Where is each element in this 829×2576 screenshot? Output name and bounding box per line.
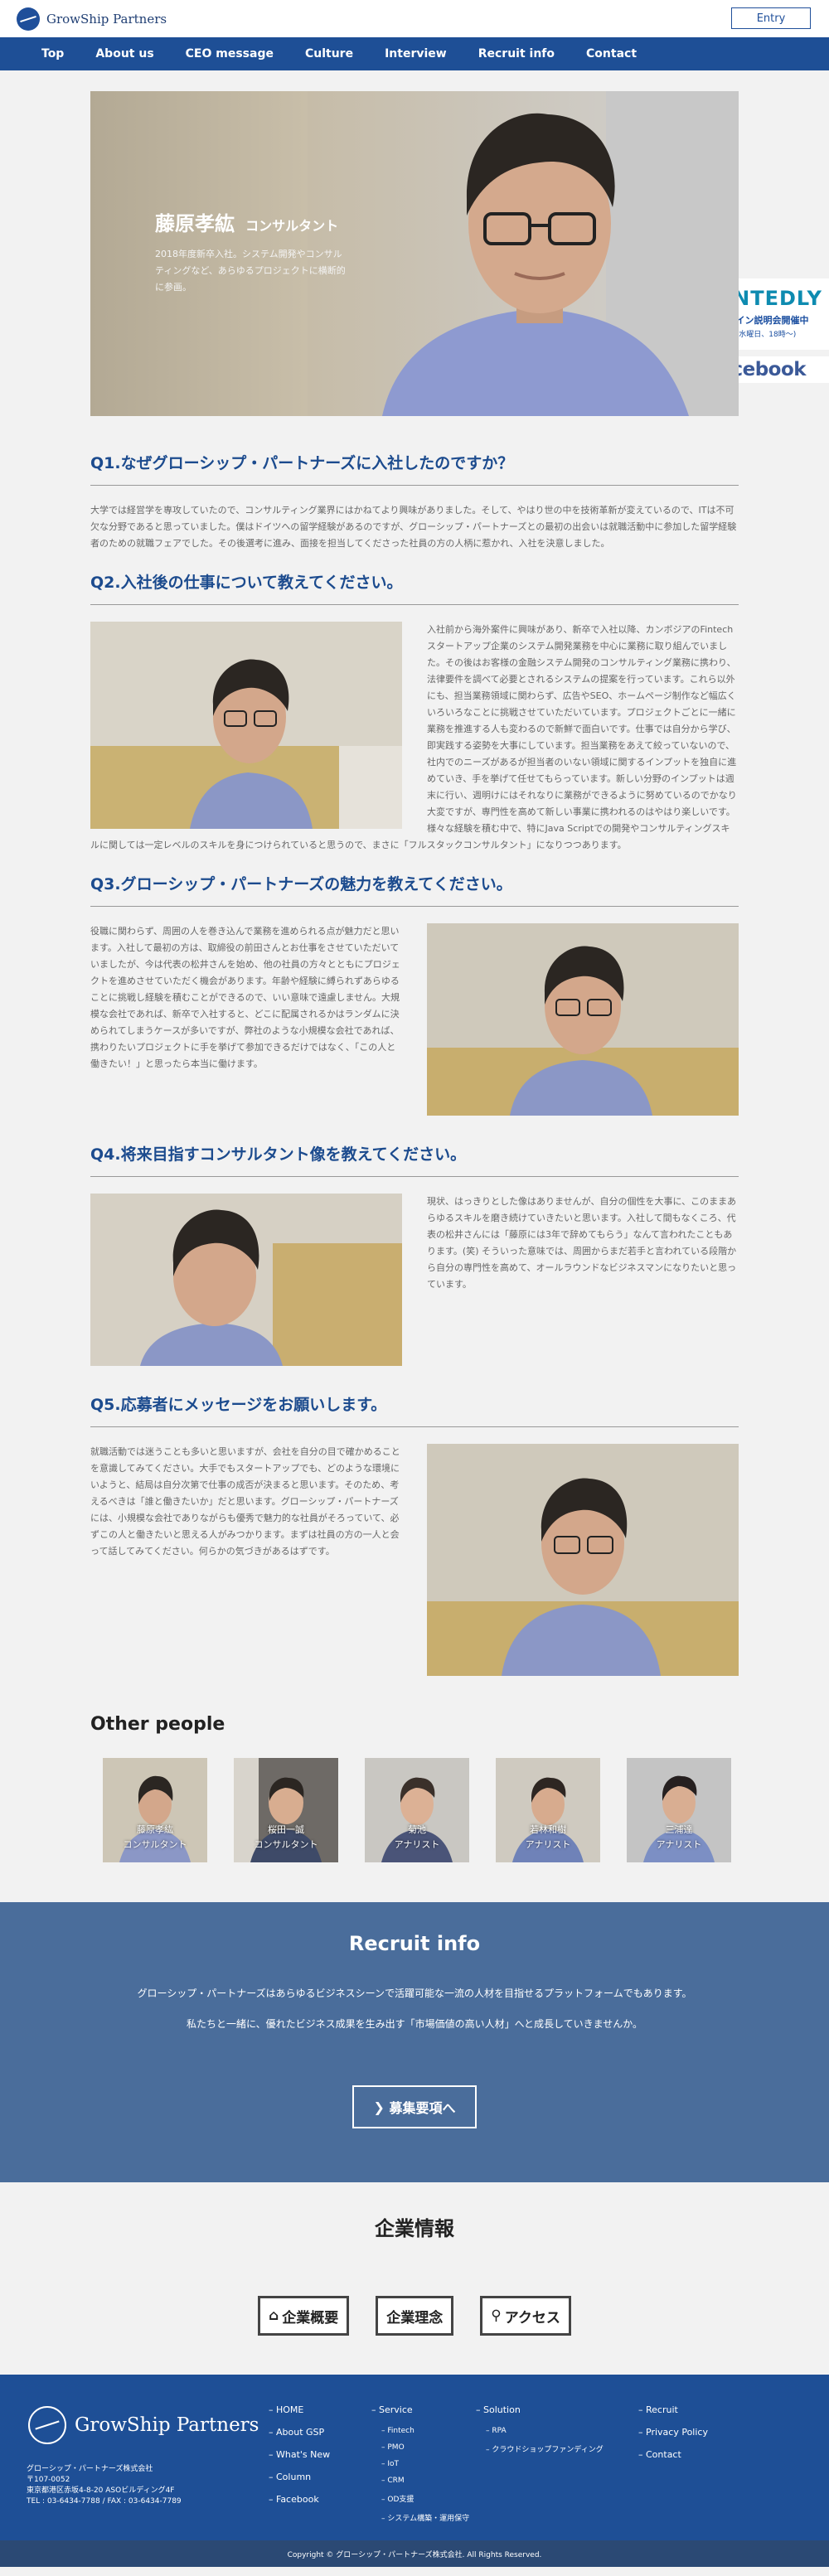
person-card[interactable]: 藤原孝紘 コンサルタント: [103, 1758, 207, 1862]
person-name: 菊池 アナリスト: [394, 1824, 440, 1850]
company-overview-button[interactable]: ⌂ 企業概要: [258, 2296, 350, 2336]
qa-section-4: Q4.将来目指すコンサルタント像を教えてください。 現状、はっきりとした像はあり…: [90, 1124, 739, 1374]
qa-title: Q4.将来目指すコンサルタント像を教えてください。: [90, 1142, 739, 1177]
qa-section-2: Q2.入社後の仕事について教えてください。 入社前から海外案件に興味があり、新卒…: [90, 552, 739, 854]
qa-title: Q5.応募者にメッセージをお願いします。: [90, 1392, 739, 1427]
company-philosophy-button[interactable]: 企業理念: [376, 2296, 454, 2336]
recruit-text: グローシップ・パートナーズはあらゆるビジネスシーンで活躍可能な一流の人材を目指せ…: [137, 1988, 692, 1999]
site-footer: GrowShip Partners グローシップ・パートナーズ株式会社 〒107…: [0, 2375, 829, 2540]
recruit-button[interactable]: ❯ 募集要項へ: [352, 2085, 477, 2128]
hero-role: コンサルタント: [245, 218, 339, 234]
footer-link-privacy[interactable]: Privacy Policy: [638, 2427, 708, 2438]
interview-photo: [427, 923, 739, 1116]
other-people-list: 藤原孝紘 コンサルタント 桜田一誠 コンサルタント 菊池 アナリスト 若林和樹 …: [90, 1758, 739, 1902]
main-content: 藤原孝紘 コンサルタント 2018年度新卒入社。システム開発やコンサルティングな…: [90, 70, 739, 1902]
hero-description: 2018年度新卒入社。システム開発やコンサルティングなど、あらゆるプロジェクトに…: [155, 249, 346, 293]
qa-title: Q3.グローシップ・パートナーズの魅力を教えてください。: [90, 872, 739, 907]
footer-link-crowd[interactable]: クラウドショップファンディング: [486, 2443, 603, 2454]
main-nav: Top About us CEO message Culture Intervi…: [0, 37, 829, 70]
footer-link-about[interactable]: About GSP: [269, 2427, 330, 2438]
company-section: 企業情報 ⌂ 企業概要 企業理念 ⚲ アクセス: [0, 2182, 829, 2375]
footer-links-solution: Solution RPA クラウドショップファンディング: [476, 2404, 604, 2462]
footer-link-service[interactable]: Service: [371, 2404, 469, 2415]
footer-link-column[interactable]: Column: [269, 2472, 330, 2482]
footer-link-pmo[interactable]: PMO: [381, 2443, 469, 2452]
footer-link-contact[interactable]: Contact: [638, 2449, 708, 2460]
qa-section-1: Q1.なぜグローシップ・パートナーズに入社したのですか？ 大学では経営学を専攻し…: [90, 433, 739, 552]
footer-link-home[interactable]: HOME: [269, 2404, 330, 2415]
hero-portrait-image: [308, 91, 739, 416]
nav-contact[interactable]: Contact: [586, 47, 637, 61]
site-logo[interactable]: GrowShip Partners: [17, 7, 167, 31]
entry-button[interactable]: Entry: [731, 7, 811, 29]
recruit-text: 私たちと一緒に、優れたビジネス成果を生み出す「市場価値の高い人材」へと成長してい…: [186, 2018, 643, 2030]
footer-links-main: HOME About GSP What's New Column Faceboo…: [269, 2404, 330, 2516]
qa-section-3: Q3.グローシップ・パートナーズの魅力を教えてください。 役職に関わらず、周囲の…: [90, 854, 739, 1124]
footer-link-fintech[interactable]: Fintech: [381, 2427, 469, 2435]
footer-link-system[interactable]: システム構築・運用保守: [381, 2512, 469, 2523]
person-name: 三浦達 アナリスト: [656, 1824, 702, 1850]
hero-text: 藤原孝紘 コンサルタント 2018年度新卒入社。システム開発やコンサルティングな…: [155, 207, 346, 296]
person-card[interactable]: 三浦達 アナリスト: [627, 1758, 731, 1862]
person-name: 若林和樹 アナリスト: [525, 1824, 571, 1850]
interview-photo: [90, 1194, 402, 1366]
footer-logo[interactable]: GrowShip Partners: [28, 2406, 259, 2444]
person-card[interactable]: 若林和樹 アナリスト: [496, 1758, 600, 1862]
footer-link-od[interactable]: OD支援: [381, 2493, 469, 2504]
qa-answer: 大学では経営学を専攻していたので、コンサルティング業界にはかねてより興味がありま…: [90, 505, 737, 549]
footer-link-iot[interactable]: IoT: [381, 2460, 469, 2468]
recruit-section: Recruit info グローシップ・パートナーズはあらゆるビジネスシーンで活…: [0, 1902, 829, 2182]
map-pin-icon: ⚲: [491, 2307, 502, 2324]
hero: 藤原孝紘 コンサルタント 2018年度新卒入社。システム開発やコンサルティングな…: [90, 91, 739, 416]
person-name: 藤原孝紘 コンサルタント: [123, 1824, 187, 1850]
logo-icon: [17, 7, 40, 31]
footer-link-rpa[interactable]: RPA: [486, 2427, 604, 2435]
footer-logo-text: GrowShip Partners: [75, 2414, 259, 2436]
person-name: 桜田一誠 コンサルタント: [254, 1824, 318, 1850]
nav-culture[interactable]: Culture: [305, 47, 353, 61]
interview-photo: [427, 1444, 739, 1676]
footer-link-news[interactable]: What's New: [269, 2449, 330, 2460]
logo-icon: [28, 2406, 66, 2444]
footer-link-recruit[interactable]: Recruit: [638, 2404, 708, 2415]
site-header: GrowShip Partners Entry: [0, 0, 829, 37]
footer-address: グローシップ・パートナーズ株式会社 〒107-0052 東京都港区赤坂4-8-2…: [27, 2465, 182, 2506]
footer-links-service: Service Fintech PMO IoT CRM OD支援 システム構築・…: [371, 2404, 469, 2531]
qa-title: Q2.入社後の仕事について教えてください。: [90, 570, 739, 605]
person-card[interactable]: 菊池 アナリスト: [365, 1758, 469, 1862]
other-people-title: Other people: [90, 1714, 225, 1735]
copyright: Copyright © グローシップ・パートナーズ株式会社. All Right…: [0, 2540, 829, 2567]
qa-section-5: Q5.応募者にメッセージをお願いします。 就職活動では迷うことも多いと思いますが…: [90, 1374, 739, 1684]
interview-photo: [90, 622, 402, 829]
qa-title: Q1.なぜグローシップ・パートナーズに入社したのですか？: [90, 451, 739, 486]
footer-link-facebook[interactable]: Facebook: [269, 2494, 330, 2505]
access-button[interactable]: ⚲ アクセス: [480, 2296, 571, 2336]
person-card[interactable]: 桜田一誠 コンサルタント: [234, 1758, 338, 1862]
nav-ceo-message[interactable]: CEO message: [186, 47, 274, 61]
home-icon: ⌂: [269, 2307, 279, 2324]
chevron-right-icon: ❯: [373, 2099, 390, 2115]
footer-link-crm[interactable]: CRM: [381, 2477, 469, 2485]
nav-recruit-info[interactable]: Recruit info: [478, 47, 555, 61]
footer-links-other: Recruit Privacy Policy Contact: [638, 2404, 708, 2472]
footer-link-solution[interactable]: Solution: [476, 2404, 604, 2415]
nav-interview[interactable]: Interview: [385, 47, 447, 61]
company-title: 企業情報: [375, 2217, 454, 2240]
hero-name: 藤原孝紘: [155, 212, 235, 235]
nav-top[interactable]: Top: [41, 47, 64, 61]
nav-about-us[interactable]: About us: [95, 47, 153, 61]
company-buttons: ⌂ 企業概要 企業理念 ⚲ アクセス: [0, 2296, 829, 2336]
logo-text: GrowShip Partners: [46, 11, 167, 27]
recruit-title: Recruit info: [348, 1932, 481, 1955]
